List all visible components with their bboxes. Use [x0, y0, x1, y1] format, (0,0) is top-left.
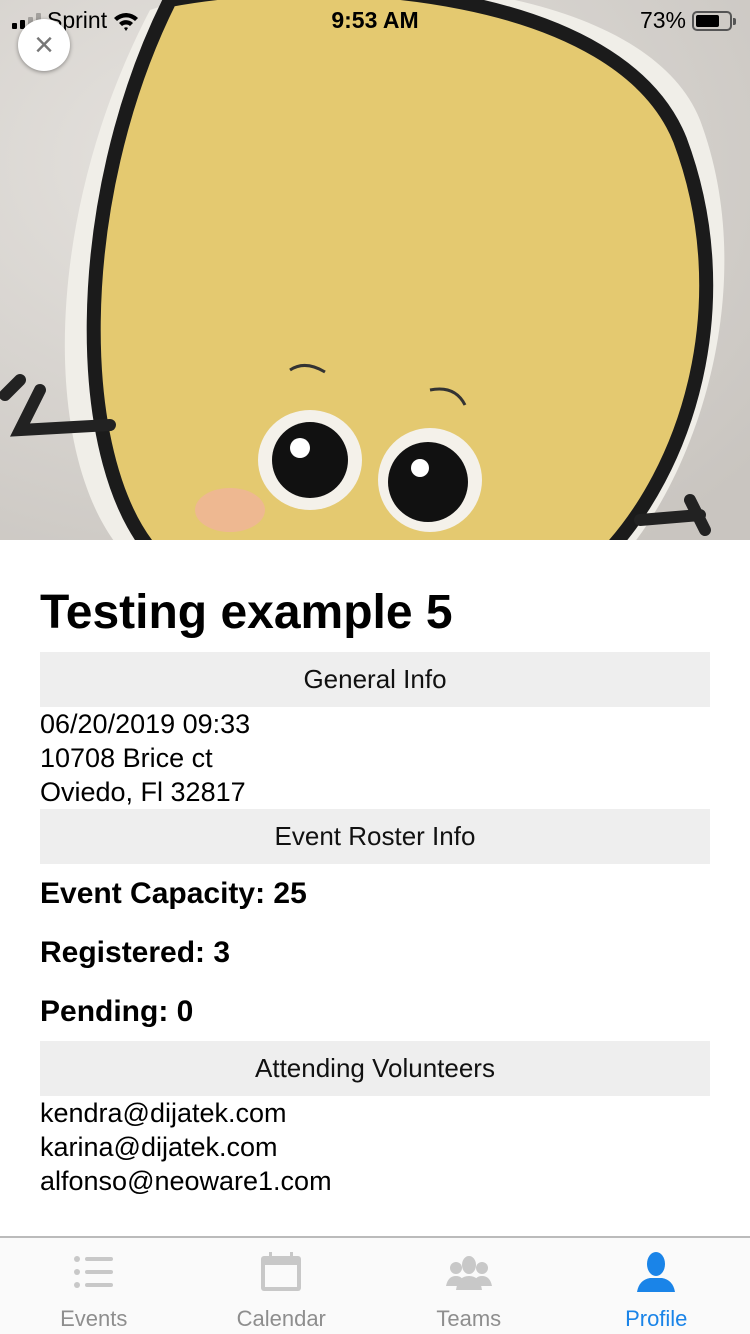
tab-label: Profile — [625, 1306, 688, 1331]
section-attending-volunteers: Attending Volunteers — [40, 1041, 710, 1096]
tab-events[interactable]: Events — [0, 1238, 188, 1334]
tab-label: Calendar — [236, 1306, 326, 1331]
event-datetime: 06/20/2019 09:33 — [40, 709, 251, 739]
tab-profile[interactable]: Profile — [563, 1238, 750, 1334]
event-address-line1: 10708 Brice ct — [40, 743, 213, 773]
event-address-line2: Oviedo, Fl 32817 — [40, 777, 246, 807]
page-title: Testing example 5 — [40, 586, 453, 639]
battery-percent: 73% — [639, 7, 686, 33]
volunteer-email: karina@dijatek.com — [40, 1132, 278, 1162]
team-icon — [445, 1256, 492, 1290]
status-time: 9:53 AM — [331, 7, 419, 33]
event-capacity: Event Capacity: 25 — [40, 877, 307, 910]
tab-bar: Events Calendar Teams Profile — [0, 1236, 750, 1334]
volunteer-email: alfonso@neoware1.com — [40, 1166, 332, 1196]
registered-count: Registered: 3 — [40, 936, 231, 969]
close-button[interactable]: × — [18, 19, 70, 71]
calendar-icon — [261, 1252, 302, 1291]
list-icon — [73, 1256, 113, 1288]
event-details: Testing example 5 General Info 06/20/201… — [40, 580, 710, 1198]
battery-icon — [692, 10, 736, 31]
volunteer-email: kendra@dijatek.com — [40, 1098, 287, 1128]
tab-calendar[interactable]: Calendar — [188, 1238, 376, 1334]
status-bar: Sprint 9:53 AM 73% — [0, 0, 750, 40]
event-photo — [0, 0, 750, 540]
tab-label: Teams — [436, 1306, 502, 1331]
tab-label: Events — [60, 1306, 128, 1331]
tab-teams[interactable]: Teams — [375, 1238, 563, 1334]
section-general-info: General Info — [40, 652, 710, 707]
section-roster-info: Event Roster Info — [40, 809, 710, 864]
pending-count: Pending: 0 — [40, 995, 194, 1028]
close-icon: × — [34, 25, 54, 64]
event-image — [0, 0, 750, 540]
person-icon — [637, 1252, 676, 1292]
